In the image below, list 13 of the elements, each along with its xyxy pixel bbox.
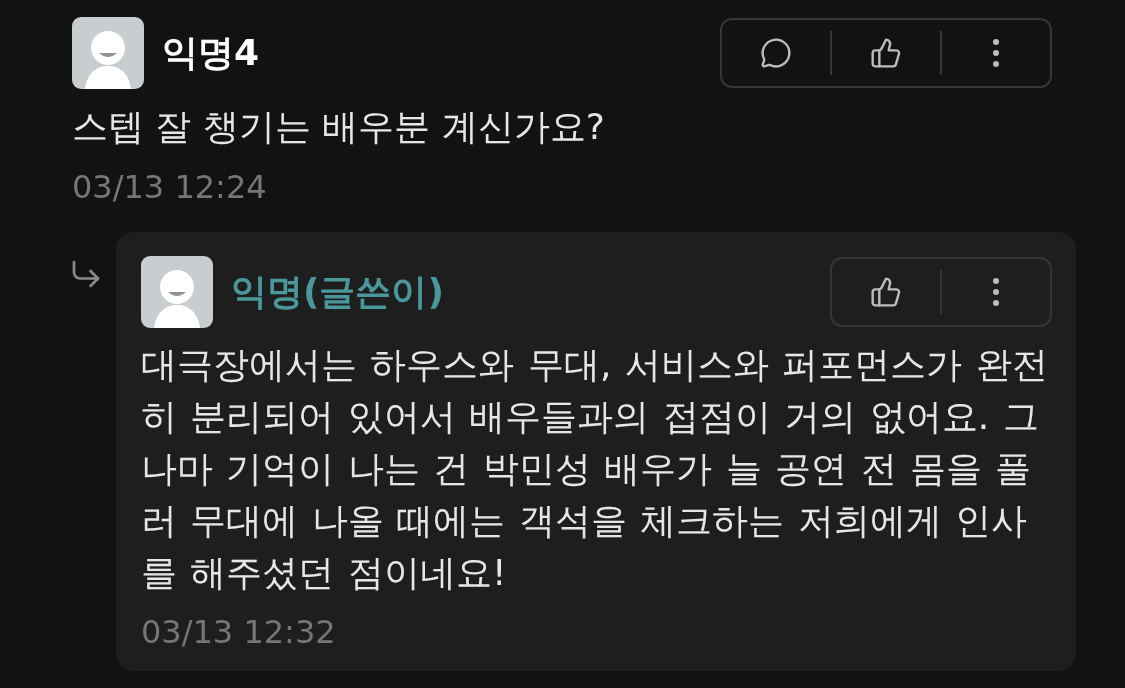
author-name: 익명(글쓴이) xyxy=(231,270,444,314)
more-icon xyxy=(993,39,999,67)
avatar-icon xyxy=(72,17,144,89)
comment-text: 대극장에서는 하우스와 무대, 서비스와 퍼포먼스가 완전히 분리되어 있어서 배우들과의 접점이 거의 없어요. 그나마 기억이 나는 건 박민성 배우가 늘 공연 전 몸을 풀러 무대에 나올 때에는 객석을 체크하는 저희에게 인사를 해주셨던 점이네요! xyxy=(141,343,1049,595)
timestamp: 03/13 12:32 xyxy=(141,612,337,652)
speech-bubble-icon xyxy=(760,37,792,69)
comment-text: 스텝 잘 챙기는 배우분 계신가요? xyxy=(72,106,606,148)
avatar-icon xyxy=(141,256,213,328)
thumbs-up-icon xyxy=(870,37,902,69)
thumbs-up-icon xyxy=(870,276,902,308)
timestamp: 03/13 12:24 xyxy=(72,167,268,207)
author-name: 익명4 xyxy=(162,31,260,75)
more-icon xyxy=(993,278,999,306)
